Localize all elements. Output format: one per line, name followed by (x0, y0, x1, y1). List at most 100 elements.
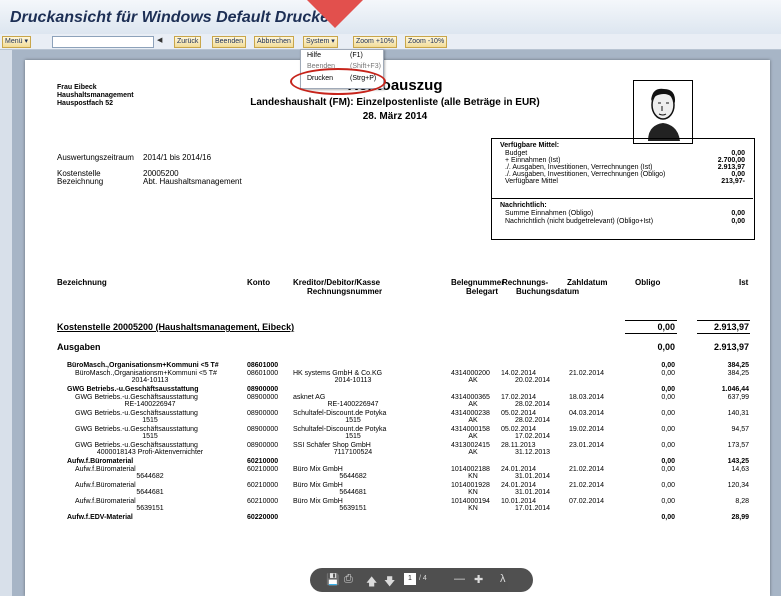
item-ist: 94,57 (731, 426, 749, 433)
item-reference: 1515 (142, 433, 158, 440)
item-vendor: Büro Mix GmbH (293, 482, 343, 489)
item-account: 08900000 (247, 410, 279, 417)
item-invoice-number: 1515 (345, 433, 361, 440)
page-number-field[interactable]: 1 (404, 573, 416, 585)
col-konto: Konto (247, 278, 271, 287)
report-subtitle: Landeshaushalt (FM): Einzelpostenliste (… (250, 97, 540, 108)
ausgaben-ist: 2.913,97 (713, 342, 749, 352)
print-icon[interactable]: ⎙ (344, 573, 353, 586)
item-obligo: 0,00 (661, 362, 675, 369)
item-invoice-number: 1515 (345, 417, 361, 424)
item-ist: 384,25 (727, 370, 749, 377)
funds-heading: Verfügbare Mittel: (500, 142, 560, 149)
item-invoice-date: 05.02.2014 (501, 426, 537, 433)
item-posting-date: 31.01.2014 (515, 489, 551, 496)
item-posting-date: 20.02.2014 (515, 377, 551, 384)
zoom-out-button[interactable]: Zoom -10% (405, 36, 448, 48)
funds-label: Nachrichtlich (nicht budgetrelevant) (Ob… (505, 218, 654, 225)
item-ist: 28,99 (731, 514, 749, 521)
item-invoice-number: 7117100524 (333, 449, 373, 456)
item-reference: 1515 (142, 417, 158, 424)
item-account: 08900000 (247, 426, 279, 433)
costcenter-obligo: 0,00 (657, 322, 675, 332)
item-posting-date: 31.01.2014 (515, 473, 551, 480)
funds-values: 0,00 2.700,00 2.913,97 0,00 213,97- (685, 150, 745, 185)
col-obligo: Obligo (635, 278, 661, 287)
ausgaben-obligo: 0,00 (657, 342, 675, 352)
item-account: 60210000 (247, 466, 279, 473)
item-document-number: 4314000158 (451, 426, 490, 433)
system-button[interactable]: System ▾ (303, 36, 338, 48)
item-document-number: 1014001928 (451, 482, 490, 489)
funds-value: 213,97- (721, 178, 745, 185)
item-vendor: asknet AG (293, 394, 326, 401)
col-rechnungs: Rechnungs- (502, 278, 549, 287)
item-ist: 1.046,44 (721, 386, 749, 393)
item-description: GWG Betriebs.-u.Geschäftsausstattung (75, 426, 198, 433)
menu-button[interactable]: Menü ▾ (2, 36, 31, 48)
funds-value: 0,00 (731, 150, 745, 157)
item-account: 08900000 (247, 394, 279, 401)
item-account: 08900000 (247, 442, 279, 449)
item-reference: 2014-10113 (131, 377, 169, 384)
item-obligo: 0,00 (661, 426, 675, 433)
item-account: 60210000 (247, 458, 279, 465)
page-down-icon[interactable]: 🡇 (384, 573, 395, 592)
item-description: GWG Betriebs.-u.Geschäftsausstattung (75, 442, 198, 449)
item-document-number: 4313002415 (451, 442, 490, 449)
toolbar: Menü ▾ ◀ Zurück Beenden Abbrechen System… (0, 34, 781, 50)
rule-obligo-top (625, 320, 677, 321)
item-reference: 5644681 (136, 489, 164, 496)
page-up-icon[interactable]: 🡅 (366, 573, 377, 592)
col-kreditor: Kreditor/Debitor/Kasse (293, 278, 381, 287)
menu-item-help[interactable]: Hilfe (F1) (307, 52, 363, 59)
item-ist: 173,57 (727, 442, 749, 449)
funds-label: Verfügbare Mittel (505, 178, 558, 185)
item-posting-date: 28.02.2014 (515, 401, 551, 408)
page-total: / 4 (419, 575, 427, 582)
item-payment-date: 21.02.2014 (569, 466, 605, 473)
item-description: Aufw.f.Büromaterial (75, 466, 136, 473)
item-invoice-number: 5639151 (339, 505, 367, 512)
portrait-logo (633, 80, 693, 144)
exit-button[interactable]: Beenden (212, 36, 247, 48)
prev-arrow-icon[interactable]: ◀ (157, 36, 162, 44)
zoom-in-icon[interactable]: ✚ (474, 573, 483, 586)
item-obligo: 0,00 (661, 370, 675, 377)
item-ist: 120,34 (727, 482, 749, 489)
ausgaben-heading: Ausgaben (57, 342, 101, 352)
item-invoice-date: 28.11.2013 (501, 442, 536, 449)
zoom-in-button[interactable]: Zoom +10% (353, 36, 397, 48)
item-document-number: 4314000200 (451, 370, 490, 377)
funds-value: 0,00 (731, 218, 745, 225)
cancel-button[interactable]: Abbrechen (254, 36, 294, 48)
item-document-type: AK (468, 377, 478, 384)
left-strip (0, 50, 12, 596)
item-obligo: 0,00 (661, 458, 675, 465)
item-obligo: 0,00 (661, 482, 675, 489)
item-account: 08900000 (247, 386, 279, 393)
item-description: Aufw.f.Büromaterial (75, 482, 136, 489)
acrobat-icon[interactable]: λ (500, 573, 506, 585)
funds-value: 0,00 (731, 171, 745, 178)
address-line: Haushaltsmanagement (57, 92, 134, 99)
item-payment-date: 19.02.2014 (569, 426, 605, 433)
back-button[interactable]: Zurück (174, 36, 202, 48)
item-obligo: 0,00 (661, 498, 675, 505)
item-ist: 143,25 (727, 458, 749, 465)
item-ist: 140,31 (727, 410, 749, 417)
item-document-number: 4314000365 (451, 394, 490, 401)
address-line: Frau Eibeck (57, 84, 97, 91)
zoom-out-icon[interactable]: — (454, 573, 465, 585)
item-description: GWG Betriebs.-u.Geschäftsausstattung (75, 394, 198, 401)
meta-name-value: Abt. Haushaltsmanagement (143, 177, 242, 186)
funds-labels-2: Summe Einnahmen (Obligo) Nachrichtlich (… (505, 210, 653, 226)
item-posting-date: 28.02.2014 (515, 417, 551, 424)
item-document-type: AK (468, 433, 478, 440)
funds-label: ./. Ausgaben, Investitionen, Verrechnung… (505, 171, 666, 178)
item-vendor: Schultafel-Discount.de Potyka (293, 426, 387, 433)
pointer-arrow-icon (307, 0, 363, 28)
command-field[interactable] (52, 36, 154, 48)
item-payment-date: 23.01.2014 (569, 442, 605, 449)
save-icon[interactable]: 💾 (326, 573, 340, 586)
